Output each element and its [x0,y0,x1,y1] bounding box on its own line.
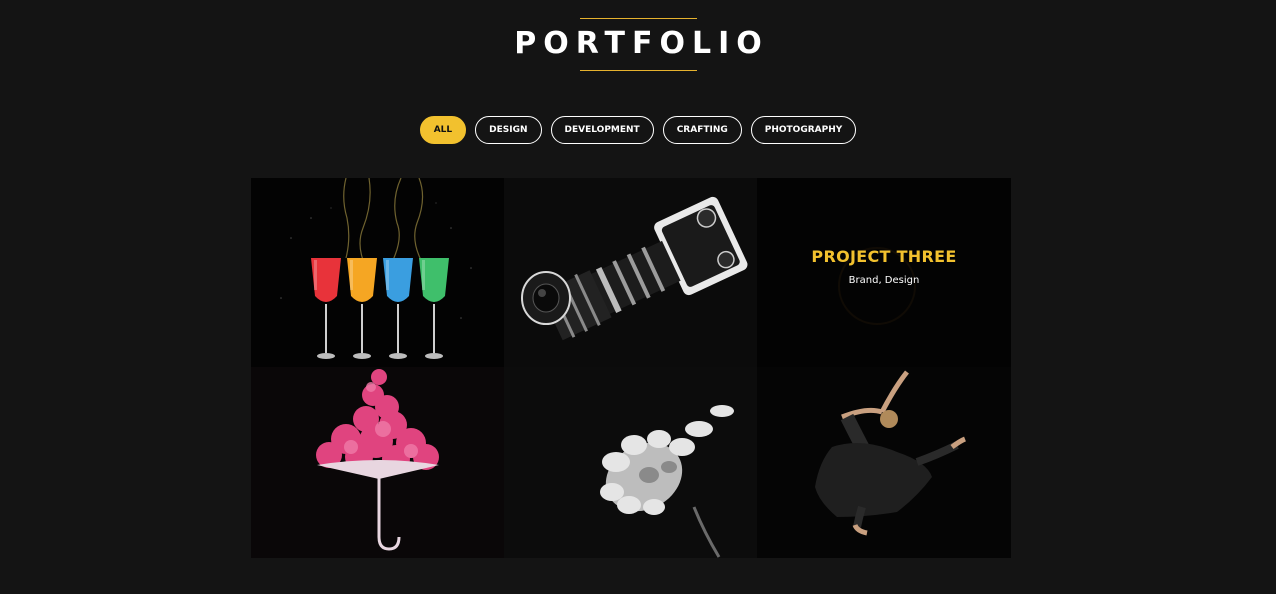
monochrome-flower-image [504,367,757,558]
portfolio-item-1[interactable] [251,178,504,367]
camera-image [504,178,757,367]
filter-design-button[interactable]: DESIGN [475,116,542,144]
project-hover-overlay[interactable]: PROJECT THREE Brand, Design [757,178,1011,367]
pink-umbrella-image [251,367,504,558]
portfolio-grid: PROJECT THREE Brand, Design [251,178,1011,558]
project-title[interactable]: PROJECT THREE [811,247,956,266]
portfolio-section: PORTFOLIO ALL DESIGN DEVELOPMENT CRAFTIN… [0,0,1276,594]
page-title: PORTFOLIO [514,26,769,61]
portfolio-item-2[interactable] [504,178,757,367]
filter-crafting-button[interactable]: CRAFTING [662,116,742,144]
heading-top-rule [579,18,697,19]
filter-development-button[interactable]: DEVELOPMENT [550,116,654,144]
heading-bottom-rule [579,70,697,71]
portfolio-item-4[interactable] [251,367,504,558]
filter-all-button[interactable]: ALL [419,116,467,144]
filter-photography-button[interactable]: PHOTOGRAPHY [750,116,857,144]
portfolio-filters: ALL DESIGN DEVELOPMENT CRAFTING PHOTOGRA… [0,116,1276,144]
cocktail-glasses-image [251,178,504,367]
portfolio-item-6[interactable] [757,367,1011,558]
project-category: Brand, Design [848,275,920,286]
section-heading: PORTFOLIO [0,18,1276,71]
portfolio-item-3[interactable]: PROJECT THREE Brand, Design [757,178,1011,367]
dancer-image [757,367,1011,558]
portfolio-item-5[interactable] [504,367,757,558]
